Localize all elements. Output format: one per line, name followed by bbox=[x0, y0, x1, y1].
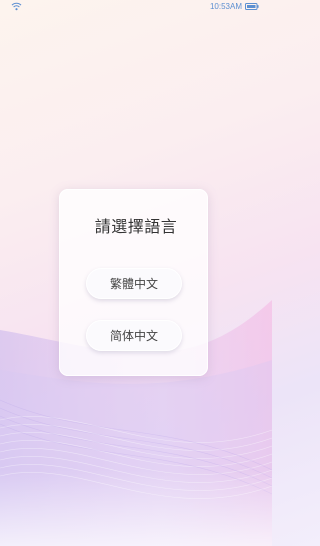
dialog-title: 請選擇語言 bbox=[94, 217, 178, 236]
traditional-chinese-label: 繁體中文 bbox=[109, 277, 158, 291]
status-bar: 10:53AM bbox=[0, 0, 272, 14]
status-time: 10:53AM bbox=[209, 2, 242, 11]
simplified-chinese-label: 简体中文 bbox=[109, 329, 158, 343]
simplified-chinese-button[interactable]: 简体中文 bbox=[86, 320, 182, 351]
traditional-chinese-button[interactable]: 繁體中文 bbox=[86, 268, 182, 299]
wifi-icon bbox=[11, 2, 22, 11]
battery-icon bbox=[245, 3, 259, 10]
